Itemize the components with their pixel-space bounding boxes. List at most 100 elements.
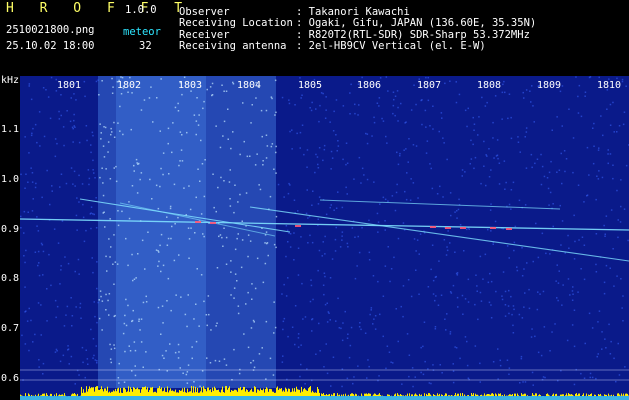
noise-dot (34, 251, 37, 253)
noise-dot (600, 115, 602, 117)
noise-dot (531, 166, 533, 169)
noise-dot (525, 89, 528, 91)
noise-dot (489, 209, 492, 211)
noise-dot (546, 177, 549, 179)
noise-dot (499, 359, 501, 362)
noise-dot (311, 101, 313, 104)
noise-dot (332, 130, 335, 132)
noise-dot (185, 373, 188, 376)
noise-dot (286, 229, 289, 232)
noise-dot (27, 181, 29, 183)
noise-dot (296, 132, 298, 135)
noise-dot (82, 216, 85, 219)
noise-dot (31, 172, 34, 174)
noise-dot (72, 141, 74, 143)
noise-dot (397, 340, 399, 343)
noise-dot (105, 255, 107, 258)
noise-dot (42, 250, 45, 253)
noise-dot (223, 227, 225, 229)
noise-dot (62, 126, 65, 128)
noise-dot (572, 286, 574, 288)
noise-dot (291, 326, 294, 328)
noise-dot (456, 217, 458, 219)
noise-dot (239, 153, 241, 156)
noise-dot (110, 361, 112, 364)
noise-dot (109, 178, 112, 180)
noise-dot (254, 287, 257, 290)
noise-dot (525, 131, 528, 133)
noise-dot (360, 328, 362, 331)
noise-dot (544, 376, 546, 379)
noise-dot (483, 165, 485, 167)
noise-dot (342, 105, 345, 107)
noise-dot (329, 206, 331, 209)
noise-dot (506, 359, 509, 361)
noise-dot (233, 348, 235, 351)
noise-dot (603, 292, 606, 295)
noise-dot (339, 246, 342, 248)
noise-dot (187, 227, 190, 229)
noise-dot (368, 259, 371, 261)
noise-dot (23, 255, 25, 257)
noise-dot (187, 294, 189, 296)
noise-dot (341, 239, 343, 241)
noise-dot (30, 134, 33, 137)
noise-dot (568, 247, 570, 249)
noise-dot (573, 345, 576, 348)
noise-dot (186, 371, 189, 373)
noise-dot (301, 124, 304, 126)
noise-dot (24, 311, 26, 313)
noise-dot (51, 190, 53, 192)
noise-dot (410, 178, 412, 180)
noise-dot (450, 214, 452, 217)
noise-dot (133, 278, 136, 280)
noise-dot (158, 251, 160, 253)
noise-dot (297, 333, 300, 335)
noise-dot (293, 199, 296, 201)
noise-dot (37, 230, 40, 232)
noise-dot (335, 207, 338, 209)
noise-dot (85, 229, 87, 232)
noise-dot (273, 301, 275, 303)
noise-dot (519, 382, 521, 384)
noise-dot (405, 148, 407, 150)
noise-dot (521, 317, 524, 319)
noise-dot (412, 385, 414, 388)
noise-dot (324, 303, 327, 306)
noise-dot (301, 94, 303, 96)
noise-dot (64, 256, 66, 258)
noise-dot (364, 332, 367, 334)
noise-dot (90, 151, 92, 154)
noise-dot (233, 297, 235, 299)
noise-dot (552, 203, 554, 205)
noise-dot (490, 203, 492, 205)
noise-dot (363, 174, 365, 176)
noise-dot (495, 290, 497, 293)
noise-dot (373, 181, 375, 183)
noise-dot (326, 302, 328, 304)
noise-dot (454, 211, 456, 213)
noise-dot (333, 110, 335, 113)
noise-dot (88, 183, 90, 186)
noise-dot (561, 85, 564, 87)
noise-dot (179, 160, 181, 162)
noise-dot (157, 306, 160, 309)
noise-dot (604, 233, 606, 235)
header-panel: H R O F F T 1.0.0 2510021800.png 25.10.0… (0, 0, 629, 76)
noise-dot (336, 150, 338, 152)
noise-dot (385, 135, 387, 138)
noise-dot (556, 297, 558, 299)
noise-dot (366, 178, 369, 181)
noise-dot (504, 315, 507, 317)
noise-dot (207, 295, 210, 297)
noise-dot (420, 346, 422, 349)
noise-dot (225, 263, 228, 265)
noise-dot (407, 279, 410, 281)
noise-dot (539, 293, 541, 295)
noise-dot (287, 335, 289, 338)
noise-dot (384, 198, 387, 201)
noise-dot (523, 97, 525, 99)
noise-dot (193, 381, 195, 383)
noise-dot (449, 291, 452, 293)
noise-dot (366, 133, 369, 135)
